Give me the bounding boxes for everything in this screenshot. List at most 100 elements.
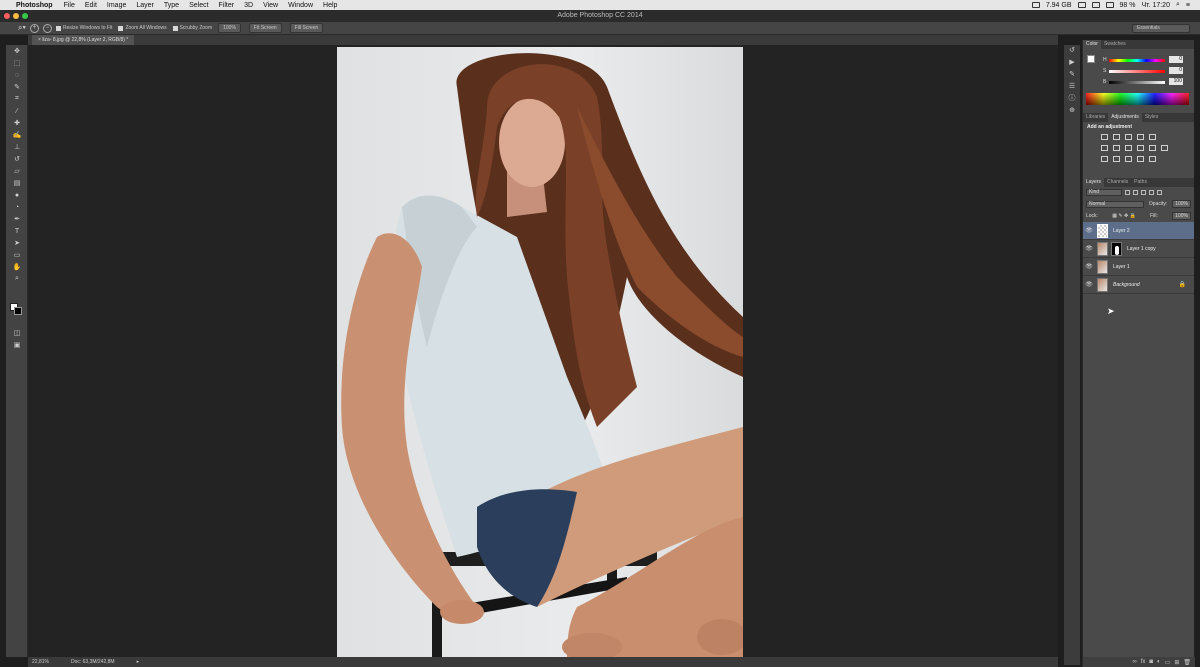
dodge-tool-icon[interactable]: ◔ [6, 201, 28, 213]
smart-object-filter-icon[interactable] [1157, 190, 1162, 195]
zoom-window-button[interactable] [22, 13, 28, 19]
layer-name[interactable]: Layer 1 copy [1127, 246, 1156, 252]
tab-styles[interactable]: Styles [1142, 113, 1162, 122]
visibility-eye-icon[interactable]: 👁 [1083, 245, 1095, 252]
pixel-filter-icon[interactable] [1125, 190, 1130, 195]
fill-field[interactable]: 100% [1172, 212, 1191, 220]
menu-file[interactable]: File [59, 2, 80, 9]
menu-3d[interactable]: 3D [239, 2, 258, 9]
invert-icon[interactable] [1101, 156, 1108, 162]
document-photo[interactable] [337, 47, 743, 657]
move-tool-icon[interactable]: ✥ [6, 45, 28, 57]
link-layers-icon[interactable]: ∞ [1132, 659, 1136, 665]
brush-panel-icon[interactable]: ✎ [1064, 69, 1080, 81]
brush-tool-icon[interactable]: ✍ [6, 129, 28, 141]
hand-tool-icon[interactable]: ✋ [6, 261, 28, 273]
menu-type[interactable]: Type [159, 2, 184, 9]
foreground-color-chip[interactable] [1087, 55, 1095, 63]
new-group-icon[interactable]: ▭ [1165, 659, 1171, 666]
layer-filter-kind[interactable]: Kind [1086, 189, 1122, 196]
minimize-window-button[interactable] [13, 13, 19, 19]
fit-screen-button[interactable]: Fit Screen [248, 23, 282, 33]
path-select-tool-icon[interactable]: ➤ [6, 237, 28, 249]
menu-help[interactable]: Help [318, 2, 342, 9]
layer-row-background[interactable]: 👁 Background 🔒 [1083, 276, 1194, 294]
crop-tool-icon[interactable]: ⌗ [6, 93, 28, 105]
wifi-icon[interactable] [1091, 2, 1100, 8]
quick-select-tool-icon[interactable]: ✎ [6, 81, 28, 93]
zoom-100-button[interactable]: 100% [218, 23, 241, 33]
gradient-map-icon[interactable] [1137, 156, 1144, 162]
add-mask-icon[interactable]: ◙ [1149, 659, 1153, 665]
history-panel-icon[interactable]: ↺ [1064, 45, 1080, 57]
app-menu[interactable]: Photoshop [14, 2, 59, 9]
workspace-switcher[interactable]: Essentials [1132, 24, 1190, 33]
tab-adjustments[interactable]: Adjustments [1108, 113, 1142, 122]
menu-image[interactable]: Image [102, 2, 131, 9]
layer-row-layer-2[interactable]: 👁 Layer 2 [1083, 222, 1194, 240]
eraser-tool-icon[interactable]: ▱ [6, 165, 28, 177]
blend-mode-select[interactable]: Normal [1086, 200, 1144, 208]
resize-windows-checkbox[interactable]: Resize Windows to Fit [56, 25, 112, 31]
layer-name[interactable]: Layer 2 [1113, 228, 1130, 234]
blur-tool-icon[interactable]: ● [6, 189, 28, 201]
memory-icon[interactable] [1031, 2, 1040, 8]
display-icon[interactable] [1077, 2, 1086, 8]
layer-mask-thumbnail[interactable] [1111, 241, 1122, 256]
hue-slider[interactable]: H 0 [1103, 56, 1189, 64]
brightness-slider[interactable]: B 100 [1103, 78, 1189, 86]
screen-mode-icon[interactable]: ▣ [6, 339, 28, 351]
menu-select[interactable]: Select [184, 2, 213, 9]
tab-paths[interactable]: Paths [1131, 178, 1150, 187]
levels-icon[interactable] [1113, 134, 1120, 140]
tab-libraries[interactable]: Libraries [1083, 113, 1108, 122]
clock[interactable]: Чт. 17:20 [1141, 2, 1170, 9]
fill-screen-button[interactable]: Fill Screen [289, 23, 324, 33]
marquee-tool-icon[interactable]: ⬚ [6, 57, 28, 69]
visibility-eye-icon[interactable]: 👁 [1083, 227, 1095, 234]
color-lookup-icon[interactable] [1161, 145, 1168, 151]
black-white-icon[interactable] [1125, 145, 1132, 151]
channel-mixer-icon[interactable] [1149, 145, 1156, 151]
lock-icons[interactable]: ▦ ✎ ✥ 🔒 [1112, 213, 1136, 219]
history-brush-tool-icon[interactable]: ↺ [6, 153, 28, 165]
brightness-value[interactable]: 100 [1169, 78, 1183, 85]
eyedropper-tool-icon[interactable]: ⁄ [6, 105, 28, 117]
menu-view[interactable]: View [258, 2, 283, 9]
new-layer-icon[interactable]: ⊞ [1174, 659, 1179, 666]
close-tab-icon[interactable]: × [38, 37, 41, 43]
posterize-icon[interactable] [1113, 156, 1120, 162]
zoom-level[interactable]: 22,81% [32, 657, 49, 667]
lasso-tool-icon[interactable]: ◌ [6, 69, 28, 81]
visibility-eye-icon[interactable]: 👁 [1083, 263, 1095, 270]
zoom-tool-icon[interactable]: ⌕▾ [0, 23, 30, 33]
zoom-out-icon[interactable]: − [43, 23, 52, 33]
layer-row-layer-1[interactable]: 👁 Layer 1 [1083, 258, 1194, 276]
selective-color-icon[interactable] [1149, 156, 1156, 162]
layer-row-layer-1-copy[interactable]: 👁 Layer 1 copy [1083, 240, 1194, 258]
delete-layer-icon[interactable]: 🗑 [1183, 659, 1191, 666]
scrubby-zoom-checkbox[interactable]: Scrubby Zoom [172, 25, 212, 31]
properties-panel-icon[interactable]: ☰ [1064, 81, 1080, 93]
menu-filter[interactable]: Filter [214, 2, 240, 9]
layer-name[interactable]: Layer 1 [1113, 264, 1130, 270]
hue-saturation-icon[interactable] [1101, 145, 1108, 151]
type-filter-icon[interactable] [1141, 190, 1146, 195]
layer-style-icon[interactable]: fx [1141, 659, 1146, 665]
type-tool-icon[interactable]: T [6, 225, 28, 237]
clone-source-panel-icon[interactable]: ⊕ [1064, 105, 1080, 117]
status-menu-icon[interactable]: ▸ [137, 657, 140, 667]
photo-filter-icon[interactable] [1137, 145, 1144, 151]
gradient-tool-icon[interactable]: ▤ [6, 177, 28, 189]
brightness-contrast-icon[interactable] [1101, 134, 1108, 140]
info-panel-icon[interactable]: ⓘ [1064, 93, 1080, 105]
zoom-in-icon[interactable]: + [30, 23, 39, 33]
zoom-tool-panel-icon[interactable]: ⌕ [6, 273, 28, 285]
adjustment-filter-icon[interactable] [1133, 190, 1138, 195]
canvas-area[interactable] [28, 45, 1058, 657]
new-adjustment-icon[interactable]: ◐ [1157, 659, 1161, 665]
color-balance-icon[interactable] [1113, 145, 1120, 151]
pen-tool-icon[interactable]: ✒ [6, 213, 28, 225]
tab-channels[interactable]: Channels [1104, 178, 1131, 187]
document-tab[interactable]: × liza- 8.jpg @ 22,8% (Layer 2, RGB/8) * [32, 35, 135, 45]
